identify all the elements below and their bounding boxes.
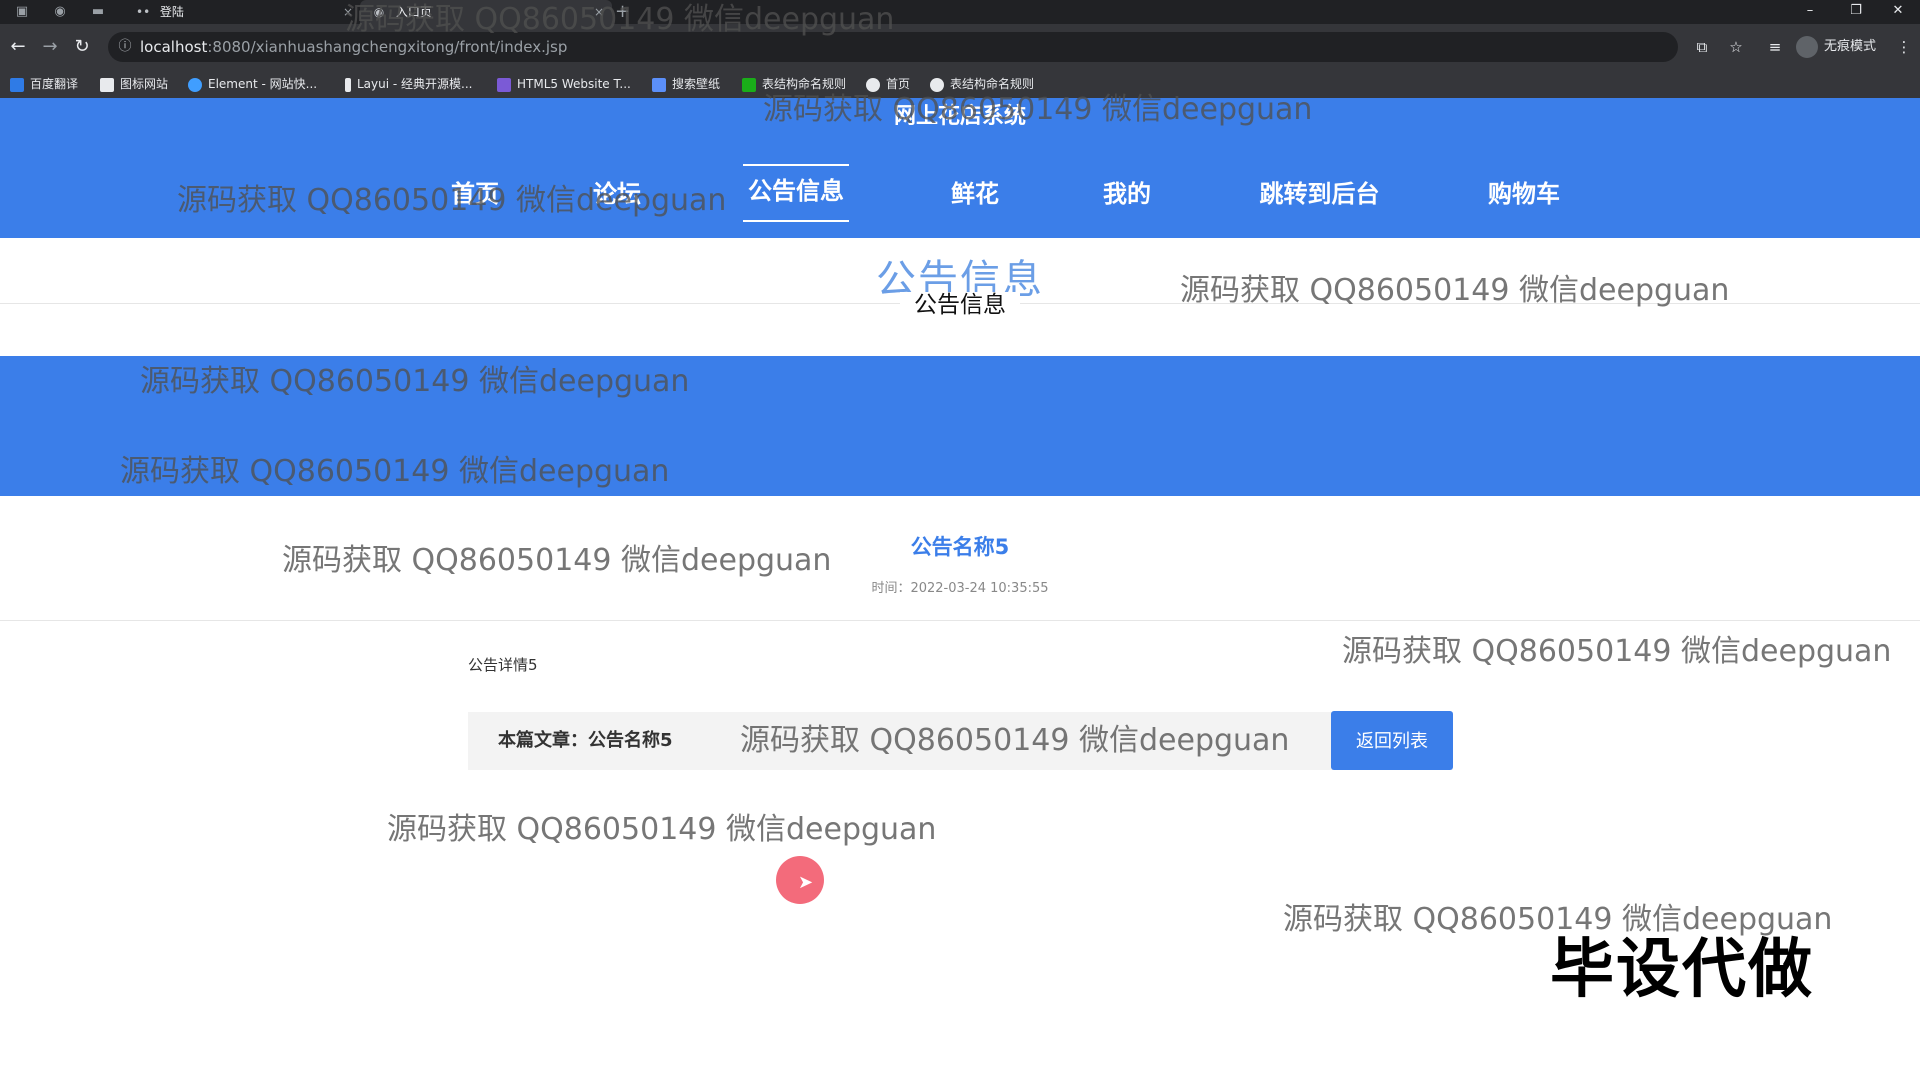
bookmark-item[interactable]: 搜索壁纸 — [652, 70, 720, 98]
bilibili-icon[interactable]: ▣ — [14, 4, 30, 20]
menu-dots-icon[interactable]: ⋮ — [1892, 35, 1916, 59]
tab-login-label: 登陆 — [159, 5, 184, 19]
bookmark-label: 百度翻译 — [30, 77, 79, 91]
nav-forum[interactable]: 论坛 — [572, 174, 662, 214]
incognito-indicator[interactable]: 无痕模式 — [1796, 35, 1876, 59]
divider — [0, 620, 1920, 621]
incognito-icon — [1796, 35, 1818, 58]
bookmark-label: Element - 网站快... — [208, 77, 318, 91]
bookmark-label: Layui - 经典开源模... — [357, 77, 473, 91]
forward-arrow-icon[interactable]: → — [38, 35, 62, 59]
bookmark-item[interactable]: 表结构命名规则 — [930, 70, 1034, 98]
incognito-label: 无痕模式 — [1824, 39, 1877, 54]
bookmark-item[interactable]: 表结构命名规则 — [742, 70, 846, 98]
tab-login[interactable]: •• 登陆 × — [130, 0, 361, 24]
nav-notices[interactable]: 公告信息 — [743, 164, 849, 222]
bookmark-item[interactable]: 百度翻译 — [10, 70, 78, 98]
back-to-list-label: 返回列表 — [1356, 730, 1428, 752]
address-url[interactable]: localhost:8080/xianhuashangchengxitong/f… — [140, 32, 567, 62]
new-tab-icon[interactable]: + — [615, 0, 630, 24]
bookmark-item[interactable]: 首页 — [866, 70, 910, 98]
notice-body: 公告详情5 — [468, 656, 538, 674]
site-header: 网上花店系统 首页 论坛 公告信息 鲜花 我的 跳转到后台 购物车 — [0, 98, 1920, 238]
globe-icon — [866, 77, 880, 92]
nav-home[interactable]: 首页 — [430, 174, 520, 214]
bookmark-item[interactable]: Layui - 经典开源模... — [345, 70, 472, 98]
promo-stamp: 毕设代做 — [1550, 933, 1814, 1007]
nav-mine[interactable]: 我的 — [1082, 174, 1172, 214]
globe-icon — [930, 77, 944, 92]
reload-icon[interactable]: ↻ — [70, 35, 94, 59]
browser-toolbar: ← → ↻ ⓘ localhost:8080/xianhuashangcheng… — [0, 24, 1920, 70]
restore-icon[interactable]: ❐ — [1834, 0, 1878, 24]
bookmark-label: 图标网站 — [120, 77, 169, 91]
site-title: 网上花店系统 — [893, 104, 1026, 129]
info-icon[interactable]: ⓘ — [116, 38, 134, 56]
watermark-text: 源码获取 QQ86050149 微信deepguan — [387, 812, 937, 847]
layui-icon — [345, 77, 351, 92]
nav-cart[interactable]: 购物车 — [1477, 174, 1571, 214]
window-close-icon[interactable]: ✕ — [1876, 0, 1920, 24]
window-icon[interactable]: ▬ — [90, 4, 106, 20]
globe-icon: ◉ — [373, 5, 385, 19]
translate-icon[interactable]: ⧉ — [1690, 35, 1714, 59]
notice-time: 时间：2022-03-24 10:35:55 — [871, 581, 1049, 596]
bookmark-label: 搜索壁纸 — [672, 77, 721, 91]
nav-admin[interactable]: 跳转到后台 — [1247, 174, 1392, 214]
address-bar[interactable]: ⓘ localhost:8080/xianhuashangchengxitong… — [108, 32, 1678, 62]
section-title-small: 公告信息 — [0, 290, 1920, 320]
bookmark-label: 表结构命名规则 — [762, 77, 847, 91]
flag-icon — [100, 77, 114, 92]
loading-dots-icon: •• — [136, 5, 151, 19]
element-logo-icon — [188, 77, 202, 92]
cursor-icon: ➤ — [798, 872, 814, 893]
translate-icon — [10, 77, 24, 92]
html5-icon — [497, 77, 511, 92]
banner — [0, 356, 1920, 496]
wallpaper-icon — [652, 77, 666, 92]
close-icon[interactable]: × — [594, 0, 604, 24]
bookmark-item[interactable]: HTML5 Website T... — [497, 70, 631, 98]
bookmark-label: 表结构命名规则 — [950, 77, 1035, 91]
bookmarks-bar: 百度翻译 图标网站 Element - 网站快... Layui - 经典开源模… — [0, 70, 1920, 99]
bookmark-label: 首页 — [886, 77, 911, 91]
close-icon[interactable]: × — [343, 0, 353, 24]
article-info-bar: 本篇文章：公告名称5 — [468, 712, 1453, 770]
section-title-small-text: 公告信息 — [900, 292, 1020, 318]
reading-list-icon[interactable]: ≡ — [1763, 35, 1787, 59]
browser-tab-strip: ▣ ◉ ▬ •• 登陆 × ◉ 入口页 × + – ❐ ✕ — [0, 0, 1920, 24]
bookmark-item[interactable]: Element - 网站快... — [188, 70, 317, 98]
bookmark-label: HTML5 Website T... — [517, 77, 631, 91]
tab-entry-label: 入口页 — [395, 5, 432, 19]
globe-icon[interactable]: ◉ — [52, 4, 68, 20]
notice-title: 公告名称5 — [910, 535, 1010, 559]
tab-entry[interactable]: ◉ 入口页 × — [360, 0, 612, 24]
nav-flowers[interactable]: 鲜花 — [930, 174, 1020, 214]
current-article-label: 本篇文章：公告名称5 — [498, 730, 673, 751]
sheet-icon — [742, 77, 756, 92]
back-arrow-icon[interactable]: ← — [6, 35, 30, 59]
nav-notices-label: 公告信息 — [748, 177, 844, 205]
back-to-list-button[interactable]: 返回列表 — [1331, 711, 1453, 770]
section-heading: 公告信息 公告信息 — [0, 238, 1920, 356]
bookmark-star-icon[interactable]: ☆ — [1724, 35, 1748, 59]
watermark-text: 源码获取 QQ86050149 微信deepguan — [1342, 634, 1892, 669]
minimize-icon[interactable]: – — [1788, 0, 1832, 24]
bookmark-item[interactable]: 图标网站 — [100, 70, 168, 98]
